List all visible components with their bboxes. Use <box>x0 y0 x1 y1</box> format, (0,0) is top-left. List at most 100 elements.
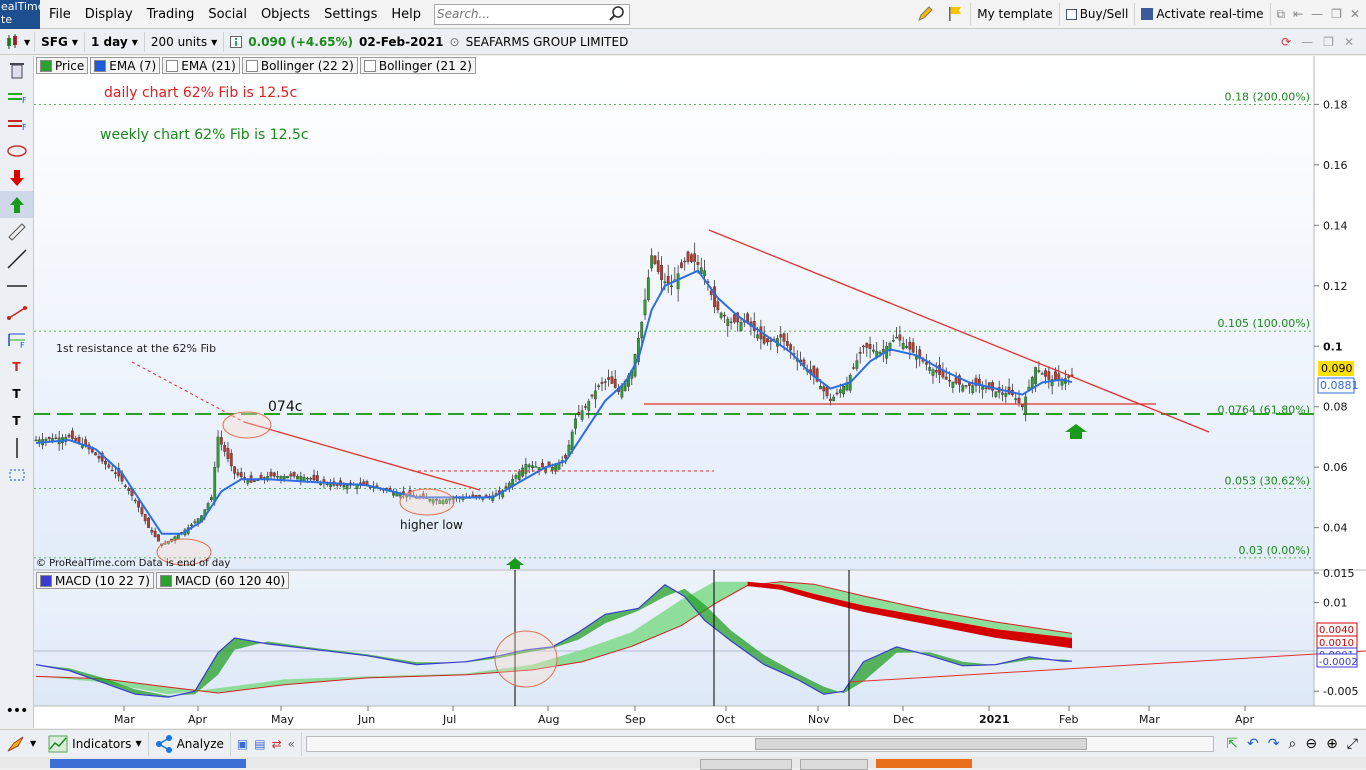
candle-body <box>67 434 71 438</box>
menu-social[interactable]: Social <box>201 7 254 22</box>
candle-body <box>835 392 839 395</box>
legend-swatch <box>40 574 52 587</box>
chart-area[interactable]: 0.18 0.16 0.14 0.12 0.1 0.08 0.06 0.04 0.015 0.0… <box>34 56 1366 728</box>
horizontal-scrollbar[interactable] <box>305 735 1215 752</box>
activate-realtime-button[interactable]: Activate real-time <box>1134 3 1269 25</box>
units-selector[interactable]: 200 units ▼ <box>145 32 225 52</box>
close-icon[interactable]: ✕ <box>1344 35 1354 49</box>
chart-type-selector[interactable]: ▼ <box>0 32 36 52</box>
zoom-area-icon[interactable]: ⌕ <box>1288 736 1296 752</box>
candle-body <box>282 476 286 480</box>
tool-fibonacci[interactable]: F <box>0 326 33 353</box>
trash-icon <box>9 62 24 78</box>
y-tick-label: 0.06 <box>1323 461 1348 474</box>
tool-arrow-up[interactable] <box>0 191 33 218</box>
chart-canvas[interactable]: 0.18 0.16 0.14 0.12 0.1 0.08 0.06 0.04 0.015 0.0… <box>34 56 1366 728</box>
legend-item[interactable]: EMA (7) <box>90 57 161 74</box>
tool-segment[interactable] <box>0 299 33 326</box>
status-tab-orange <box>876 759 972 768</box>
expand-icon[interactable]: ⤢ <box>1347 736 1358 752</box>
undo-icon[interactable]: ↶ <box>1247 736 1259 752</box>
search-input[interactable] <box>435 6 609 22</box>
scrollbar-thumb[interactable] <box>754 737 1087 750</box>
tool-text-bold[interactable]: T <box>0 407 33 434</box>
zoom-fit-icon[interactable]: ⇱ <box>1226 736 1238 752</box>
candle-body <box>656 260 660 272</box>
menu-trading[interactable]: Trading <box>140 7 202 22</box>
menu-help[interactable]: Help <box>384 7 428 22</box>
toggle-icon[interactable]: ⇄ <box>272 737 282 751</box>
restore-icon[interactable]: ❐ <box>1331 7 1342 21</box>
candle-body <box>895 336 898 339</box>
brush-button[interactable]: ▼ <box>0 732 42 756</box>
macd-badge-d-text: -0.0002 <box>1319 657 1358 668</box>
tool-arrow-down[interactable] <box>0 164 33 191</box>
tool-sell-order[interactable]: F <box>0 110 33 137</box>
flag-button[interactable] <box>940 3 970 25</box>
zoom-out-icon[interactable]: ⊖ <box>1305 736 1317 752</box>
close-icon[interactable]: ✕ <box>1350 7 1360 21</box>
legend-item[interactable]: Bollinger (22 2) <box>241 57 358 74</box>
candle-body <box>514 475 518 479</box>
price-change: 0.090 (+4.65%) <box>248 35 354 49</box>
my-template-button[interactable]: My template <box>970 3 1058 25</box>
legend-item[interactable]: MACD (10 22 7) <box>36 572 154 589</box>
tool-delete[interactable] <box>0 56 33 83</box>
segment-icon <box>6 305 27 320</box>
minimize-icon[interactable]: — <box>1311 7 1323 21</box>
legend-item[interactable]: Price <box>36 57 89 74</box>
chart-window-icon[interactable]: ▤ <box>254 737 265 751</box>
y-tick-label: 0.12 <box>1323 280 1348 293</box>
minimize-icon[interactable]: — <box>1301 35 1313 49</box>
menu-display[interactable]: Display <box>78 7 140 22</box>
menu-bar: ealTime te FileDisplayTradingSocialObjec… <box>0 0 1366 29</box>
tool-ruler[interactable] <box>0 218 33 245</box>
tool-more[interactable]: ••• <box>0 697 33 724</box>
tool-vertical-line[interactable] <box>0 434 33 461</box>
candle-body <box>1067 376 1071 378</box>
tool-text-red[interactable]: T <box>0 353 33 380</box>
candle-body <box>600 382 604 384</box>
candle-body <box>1024 396 1028 415</box>
buy-sell-button[interactable]: Buy/Sell <box>1058 3 1135 25</box>
refresh-icon[interactable]: ⟳ <box>1281 35 1291 49</box>
candle-body <box>34 439 38 442</box>
candle-body <box>193 521 197 524</box>
candle-body <box>1044 370 1047 377</box>
tool-trendline[interactable] <box>0 245 33 272</box>
candle-body <box>911 342 915 353</box>
candle-body <box>223 445 227 452</box>
detach-icon[interactable]: ⧉ <box>1277 7 1286 22</box>
legend-label: EMA (7) <box>109 58 157 73</box>
restore-icon[interactable]: ❐ <box>1323 35 1334 49</box>
redo-icon[interactable]: ↷ <box>1268 736 1280 752</box>
interval-selector[interactable]: 1 day ▼ <box>85 32 145 52</box>
menu-objects[interactable]: Objects <box>254 7 317 22</box>
menu-file[interactable]: File <box>42 7 78 22</box>
indicators-button[interactable]: Indicators ▼ <box>42 731 149 756</box>
legend-item[interactable]: EMA (21) <box>162 57 240 74</box>
drawing-pencil-button[interactable] <box>910 3 940 25</box>
legend-item[interactable]: Bollinger (21 2) <box>359 57 476 74</box>
tool-text[interactable]: T <box>0 380 33 407</box>
legend-label: MACD (10 22 7) <box>55 573 150 588</box>
tool-rectangle[interactable] <box>0 461 33 488</box>
menu-settings[interactable]: Settings <box>317 7 384 22</box>
candle-body <box>852 367 855 369</box>
pin-icon[interactable]: ⇤ <box>1293 7 1303 21</box>
ticker-selector[interactable]: SFG ▼ <box>35 32 86 52</box>
tool-horizontal-line[interactable] <box>0 272 33 299</box>
analyze-button[interactable]: Analyze <box>149 731 231 756</box>
candle-body <box>54 437 58 439</box>
legend-item[interactable]: MACD (60 120 40) <box>155 572 290 589</box>
candle-body <box>143 514 147 522</box>
message-icon[interactable]: ▣ <box>237 737 248 751</box>
scroll-start-icon[interactable]: « <box>288 737 295 751</box>
info-icon[interactable] <box>230 36 243 48</box>
search-icon[interactable] <box>608 5 626 23</box>
tool-buy-order[interactable]: F <box>0 83 33 110</box>
search-box[interactable] <box>434 3 631 25</box>
tool-ellipse[interactable] <box>0 137 33 164</box>
candle-body <box>219 437 223 445</box>
zoom-in-icon[interactable]: ⊕ <box>1326 736 1338 752</box>
